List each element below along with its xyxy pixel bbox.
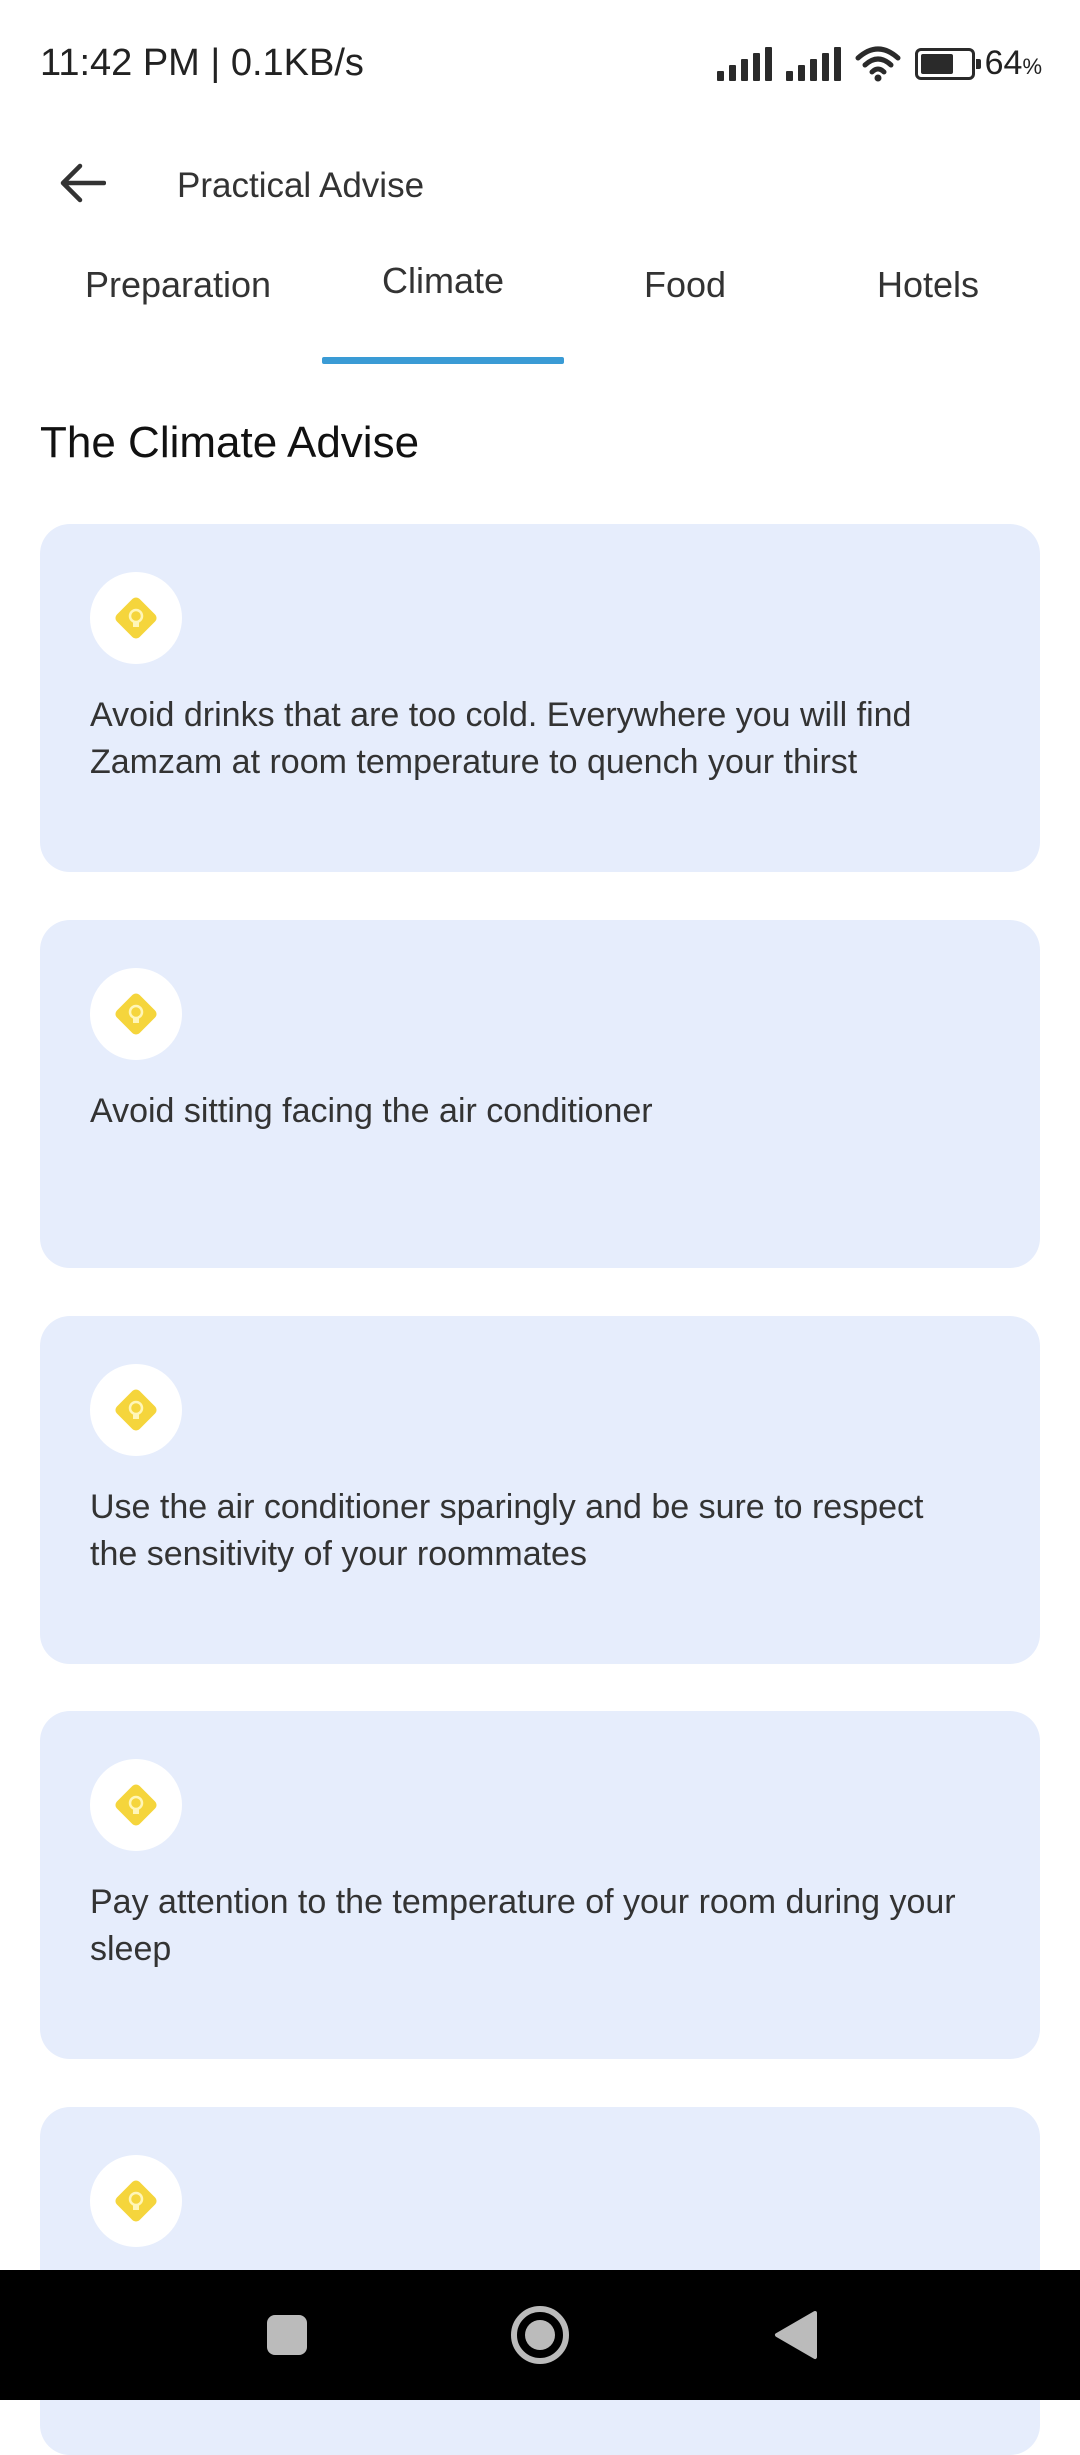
battery-icon xyxy=(914,47,981,80)
tab-hotels[interactable]: Hotels xyxy=(806,240,1050,368)
status-icons: 64% xyxy=(716,44,1042,83)
lightbulb-icon xyxy=(90,2155,182,2247)
advice-card: Avoid sitting facing the air conditioner xyxy=(40,920,1040,1268)
app-header: Practical Advise xyxy=(0,130,1080,250)
lightbulb-icon xyxy=(90,572,182,664)
recents-button[interactable] xyxy=(252,2300,322,2370)
advice-card: Pay attention to the temperature of your… xyxy=(40,1711,1040,2059)
system-nav-bar xyxy=(0,2270,1080,2400)
battery-indicator: 64% xyxy=(914,44,1042,83)
signal-2-icon xyxy=(785,46,841,81)
advice-card: Avoid drinks that are too cold. Everywhe… xyxy=(40,524,1040,872)
status-bar: 11:42 PM | 0.1KB/s 64% xyxy=(0,0,1080,130)
tab-label: Climate xyxy=(381,260,505,301)
lightbulb-icon xyxy=(90,1759,182,1851)
arrow-left-icon xyxy=(60,163,106,203)
section-title: The Climate Advise xyxy=(40,418,420,467)
triangle-back-icon xyxy=(775,2311,817,2359)
home-button[interactable] xyxy=(505,2300,575,2370)
advice-text: Use the air conditioner sparingly and be… xyxy=(90,1488,924,1573)
signal-1-icon xyxy=(716,46,772,81)
back-button[interactable] xyxy=(48,148,118,218)
page-title: Practical Advise xyxy=(177,166,425,205)
home-circle-icon xyxy=(511,2306,569,2364)
square-icon xyxy=(267,2315,307,2355)
tab-label: Hotels xyxy=(876,264,980,305)
battery-unit: % xyxy=(1022,54,1042,79)
tab-bar: Preparation Climate Food Hotels xyxy=(0,240,1080,368)
tab-label: Preparation xyxy=(84,264,272,305)
tab-label: Food xyxy=(643,264,727,305)
tab-climate[interactable]: Climate xyxy=(322,240,564,368)
advice-text: Avoid drinks that are too cold. Everywhe… xyxy=(90,696,912,781)
advice-text: Avoid sitting facing the air conditioner xyxy=(90,1092,653,1130)
battery-level: 64 xyxy=(984,44,1023,82)
lightbulb-icon xyxy=(90,1364,182,1456)
advice-text: Pay attention to the temperature of your… xyxy=(90,1883,956,1968)
status-time: 11:42 PM | 0.1KB/s xyxy=(40,42,364,84)
advice-card: Use the air conditioner sparingly and be… xyxy=(40,1316,1040,1664)
wifi-icon xyxy=(855,46,901,81)
tab-preparation[interactable]: Preparation xyxy=(40,240,316,368)
lightbulb-icon xyxy=(90,968,182,1060)
tab-food[interactable]: Food xyxy=(564,240,806,368)
back-nav-button[interactable] xyxy=(760,2300,830,2370)
